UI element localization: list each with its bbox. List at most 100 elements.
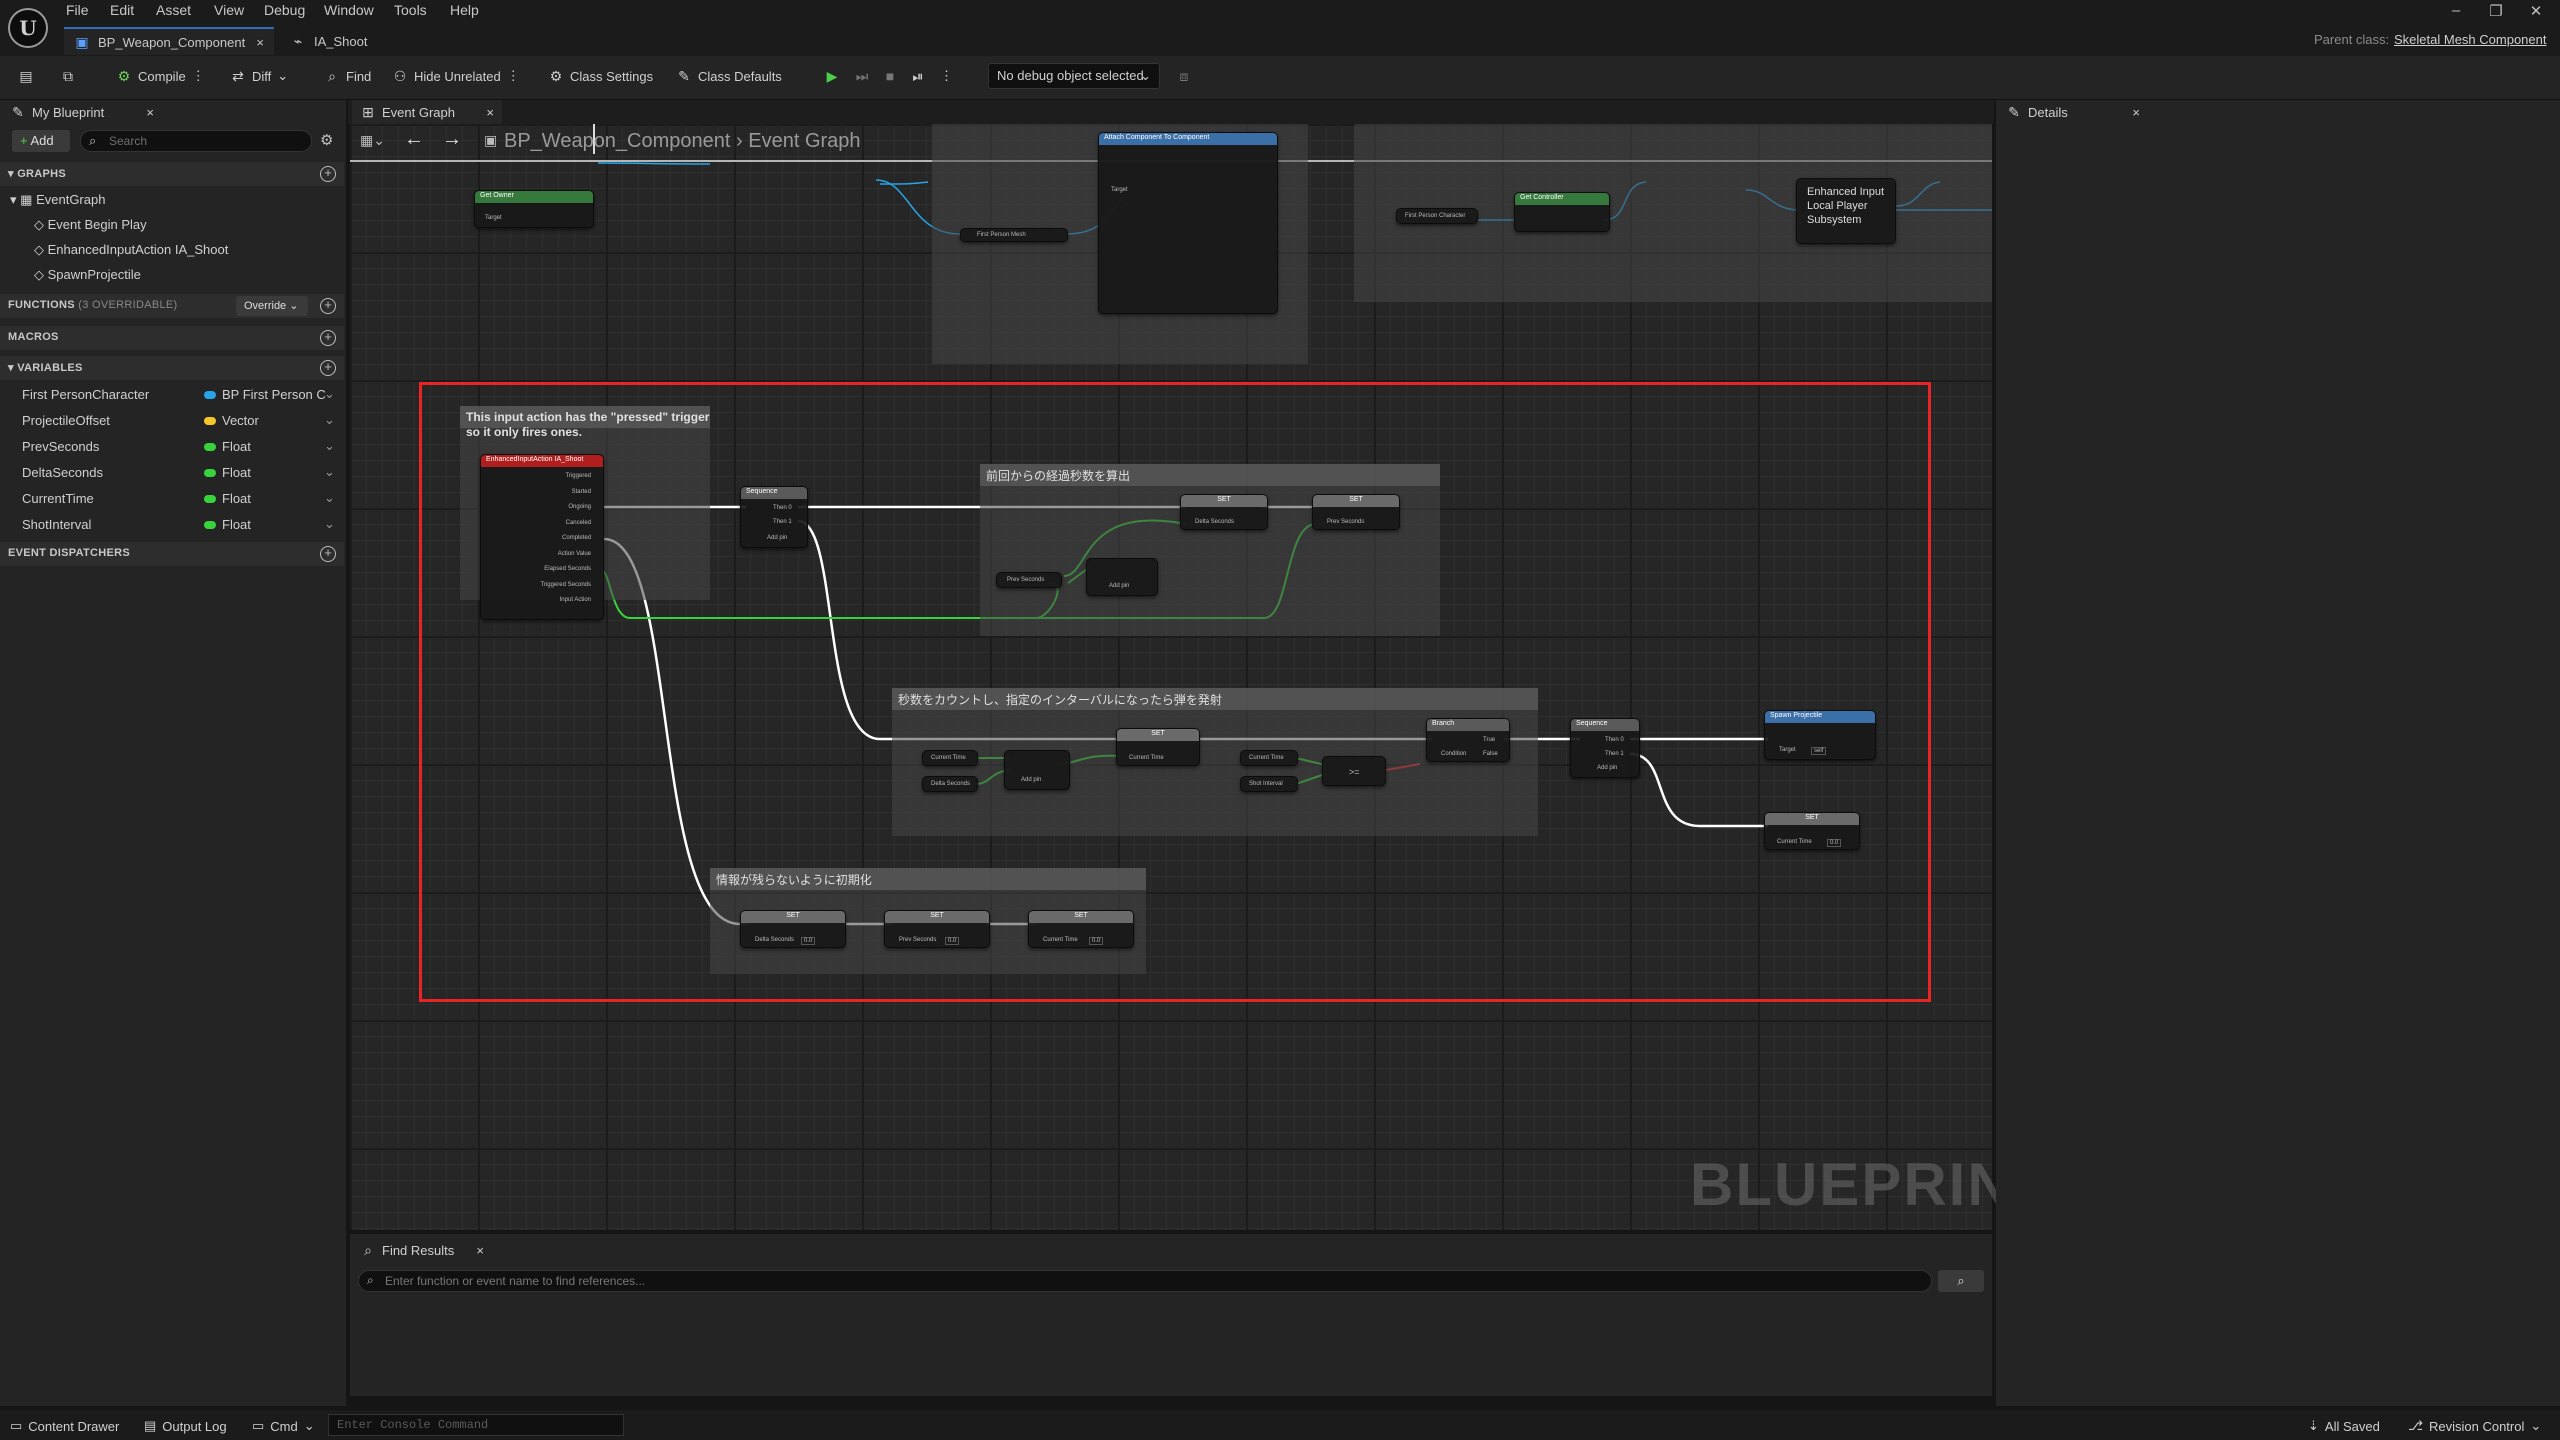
input-action-pin[interactable]: Started <box>572 489 591 495</box>
more-options-icon[interactable]: ⋮ <box>192 68 205 84</box>
minimize-icon[interactable]: – <box>2444 2 2468 19</box>
variable-row[interactable]: ShotInterval Float ⌄ <box>0 512 344 538</box>
node-get-owner[interactable]: Get Owner Target <box>474 190 594 228</box>
add-pin[interactable]: Add pin <box>1021 777 1041 783</box>
node-enhanced-input-action[interactable]: EnhancedInputAction IA_Shoot Triggered St… <box>480 454 604 620</box>
event-dispatchers-section-header[interactable]: EVENT DISPATCHERS <box>0 542 344 566</box>
node-attach-component[interactable]: Attach Component To Component Target <box>1098 132 1278 314</box>
input-action-pin[interactable]: Ongoing <box>568 504 591 510</box>
node-sequence-1[interactable]: Sequence Then 0 Then 1 Add pin <box>740 486 808 548</box>
tab-bp-weapon-component[interactable]: ▣ BP_Weapon_Component × <box>64 27 274 55</box>
class-defaults-button[interactable]: ✎ Class Defaults <box>676 68 782 84</box>
node-sequence-2[interactable]: Sequence Then 0 Then 1 Add pin <box>1570 718 1640 778</box>
input-action-pin[interactable]: Completed <box>562 535 591 541</box>
menu-debug[interactable]: Debug <box>264 2 305 18</box>
close-icon[interactable]: × <box>2132 105 2140 120</box>
node-shot-interval-get[interactable]: Shot Interval <box>1240 776 1298 792</box>
node-prev-seconds-get[interactable]: Prev Seconds <box>996 572 1062 588</box>
add-pin[interactable]: Add pin <box>1597 765 1617 771</box>
chevron-down-icon[interactable]: ⌄ <box>324 490 335 506</box>
stop-button[interactable]: ■ <box>882 68 898 84</box>
variable-type[interactable]: BP First Person C <box>222 387 326 402</box>
node-greater-equal[interactable]: >= <box>1322 756 1386 786</box>
console-command-input[interactable]: Enter Console Command <box>328 1414 624 1436</box>
tree-item-eventgraph[interactable]: ▾ ▦ EventGraph <box>10 192 105 208</box>
override-dropdown[interactable]: Override ⌄ <box>236 296 308 316</box>
macros-section-header[interactable]: MACROS <box>0 326 344 350</box>
add-pin[interactable]: Add pin <box>767 535 787 541</box>
node-set-delta-seconds[interactable]: SET Delta Seconds <box>1180 494 1268 530</box>
graphs-section-header[interactable]: ▾ GRAPHS <box>0 162 344 186</box>
breadcrumb-root[interactable]: BP_Weapon_Component <box>504 130 730 152</box>
close-icon[interactable]: × <box>476 1243 484 1258</box>
add-dispatcher-button[interactable]: + <box>320 546 336 562</box>
node-set-prev-seconds[interactable]: SET Prev Seconds <box>1312 494 1400 530</box>
pin-value[interactable]: 0.0 <box>1827 839 1842 847</box>
browse-icon[interactable]: ⧉ <box>60 68 76 84</box>
back-arrow-icon[interactable]: ← <box>404 128 424 151</box>
add-pin[interactable]: Add pin <box>1109 583 1129 589</box>
menu-tools[interactable]: Tools <box>394 2 427 18</box>
menu-edit[interactable]: Edit <box>110 2 134 18</box>
input-action-pin[interactable]: Triggered <box>566 473 591 479</box>
node-first-person-character[interactable]: First Person Character <box>1396 208 1478 224</box>
node-set-current-time-reset-2[interactable]: SET Current Time 0.0 <box>1028 910 1134 948</box>
pin-value[interactable]: 0.0 <box>1089 937 1104 945</box>
tab-find-results[interactable]: ⌕ Find Results × <box>352 1238 492 1262</box>
node-get-controller[interactable]: Get Controller <box>1514 192 1610 232</box>
variable-type-pill-icon[interactable] <box>204 443 216 451</box>
all-saved-indicator[interactable]: ⇣ All Saved <box>2308 1418 2380 1434</box>
node-subtract[interactable]: Add pin <box>1086 558 1158 596</box>
input-action-pin[interactable]: Canceled <box>566 520 591 526</box>
node-set-prev-seconds-reset[interactable]: SET Prev Seconds 0.0 <box>884 910 990 948</box>
event-graph-canvas[interactable]: Get Owner Target Attach Component To Com… <box>350 124 1992 1230</box>
eject-button[interactable]: ⏯ <box>910 68 926 84</box>
node-delta-seconds-get[interactable]: Delta Seconds <box>922 776 978 792</box>
forward-arrow-icon[interactable]: → <box>442 128 462 151</box>
add-function-button[interactable]: + <box>320 298 336 314</box>
input-action-pin[interactable]: Triggered Seconds <box>541 582 591 588</box>
search-input[interactable]: ⌕ Search <box>80 130 312 152</box>
graph-options-icon[interactable]: ▦⌄ <box>360 132 385 149</box>
variable-row[interactable]: ProjectileOffset Vector ⌄ <box>0 408 344 434</box>
chevron-down-icon[interactable]: ⌄ <box>324 412 335 428</box>
chevron-down-icon[interactable]: ⌄ <box>324 464 335 480</box>
chevron-down-icon[interactable]: ⌄ <box>324 516 335 532</box>
close-icon[interactable]: × <box>146 105 154 120</box>
close-window-icon[interactable]: ✕ <box>2524 2 2548 20</box>
variable-type[interactable]: Float <box>222 491 251 506</box>
input-action-pin[interactable]: Elapsed Seconds <box>544 566 591 572</box>
variable-type-pill-icon[interactable] <box>204 391 216 399</box>
find-in-all-blueprints-button[interactable]: ⌕ <box>1938 1270 1984 1292</box>
pin-value[interactable]: 0.0 <box>801 937 816 945</box>
add-macro-button[interactable]: + <box>320 330 336 346</box>
menu-file[interactable]: File <box>66 2 89 18</box>
unreal-logo-icon[interactable]: U <box>8 8 48 48</box>
node-current-time-get-2[interactable]: Current Time <box>1240 750 1298 766</box>
chevron-down-icon[interactable]: ⌄ <box>324 386 335 402</box>
node-add[interactable]: Add pin <box>1004 750 1070 790</box>
find-button[interactable]: ⌕ Find <box>324 68 371 84</box>
variable-type-pill-icon[interactable] <box>204 521 216 529</box>
tree-item-spawn-projectile[interactable]: ◇ SpawnProjectile <box>34 267 141 283</box>
node-set-delta-seconds-reset[interactable]: SET Delta Seconds 0.0 <box>740 910 846 948</box>
tree-item-ia-shoot[interactable]: ◇ EnhancedInputAction IA_Shoot <box>34 242 228 258</box>
restore-icon[interactable]: ❐ <box>2484 2 2508 20</box>
variable-type-pill-icon[interactable] <box>204 417 216 425</box>
variable-type[interactable]: Float <box>222 465 251 480</box>
class-settings-button[interactable]: ⚙ Class Settings <box>548 68 653 84</box>
tab-my-blueprint[interactable]: ✎ My Blueprint × <box>2 100 162 124</box>
variables-section-header[interactable]: ▾ VARIABLES <box>0 356 344 380</box>
cmd-dropdown[interactable]: ▭ Cmd ⌄ <box>252 1418 315 1434</box>
node-set-current-time[interactable]: SET Current Time <box>1116 728 1200 766</box>
variable-row[interactable]: First PersonCharacter BP First Person C ⌄ <box>0 382 344 408</box>
hide-unrelated-button[interactable]: ⚇ Hide Unrelated ⋮ <box>392 68 520 84</box>
output-log-button[interactable]: ▤ Output Log <box>144 1418 227 1434</box>
content-drawer-button[interactable]: ▭ Content Drawer <box>10 1418 119 1434</box>
menu-view[interactable]: View <box>214 2 244 18</box>
menu-window[interactable]: Window <box>324 2 374 18</box>
variable-row[interactable]: PrevSeconds Float ⌄ <box>0 434 344 460</box>
node-enhanced-input-subsystem[interactable]: Enhanced Input Local Player Subsystem <box>1796 178 1896 244</box>
find-results-input[interactable]: ⌕ Enter function or event name to find r… <box>358 1270 1932 1292</box>
step-button[interactable]: ⏭ <box>854 68 870 84</box>
